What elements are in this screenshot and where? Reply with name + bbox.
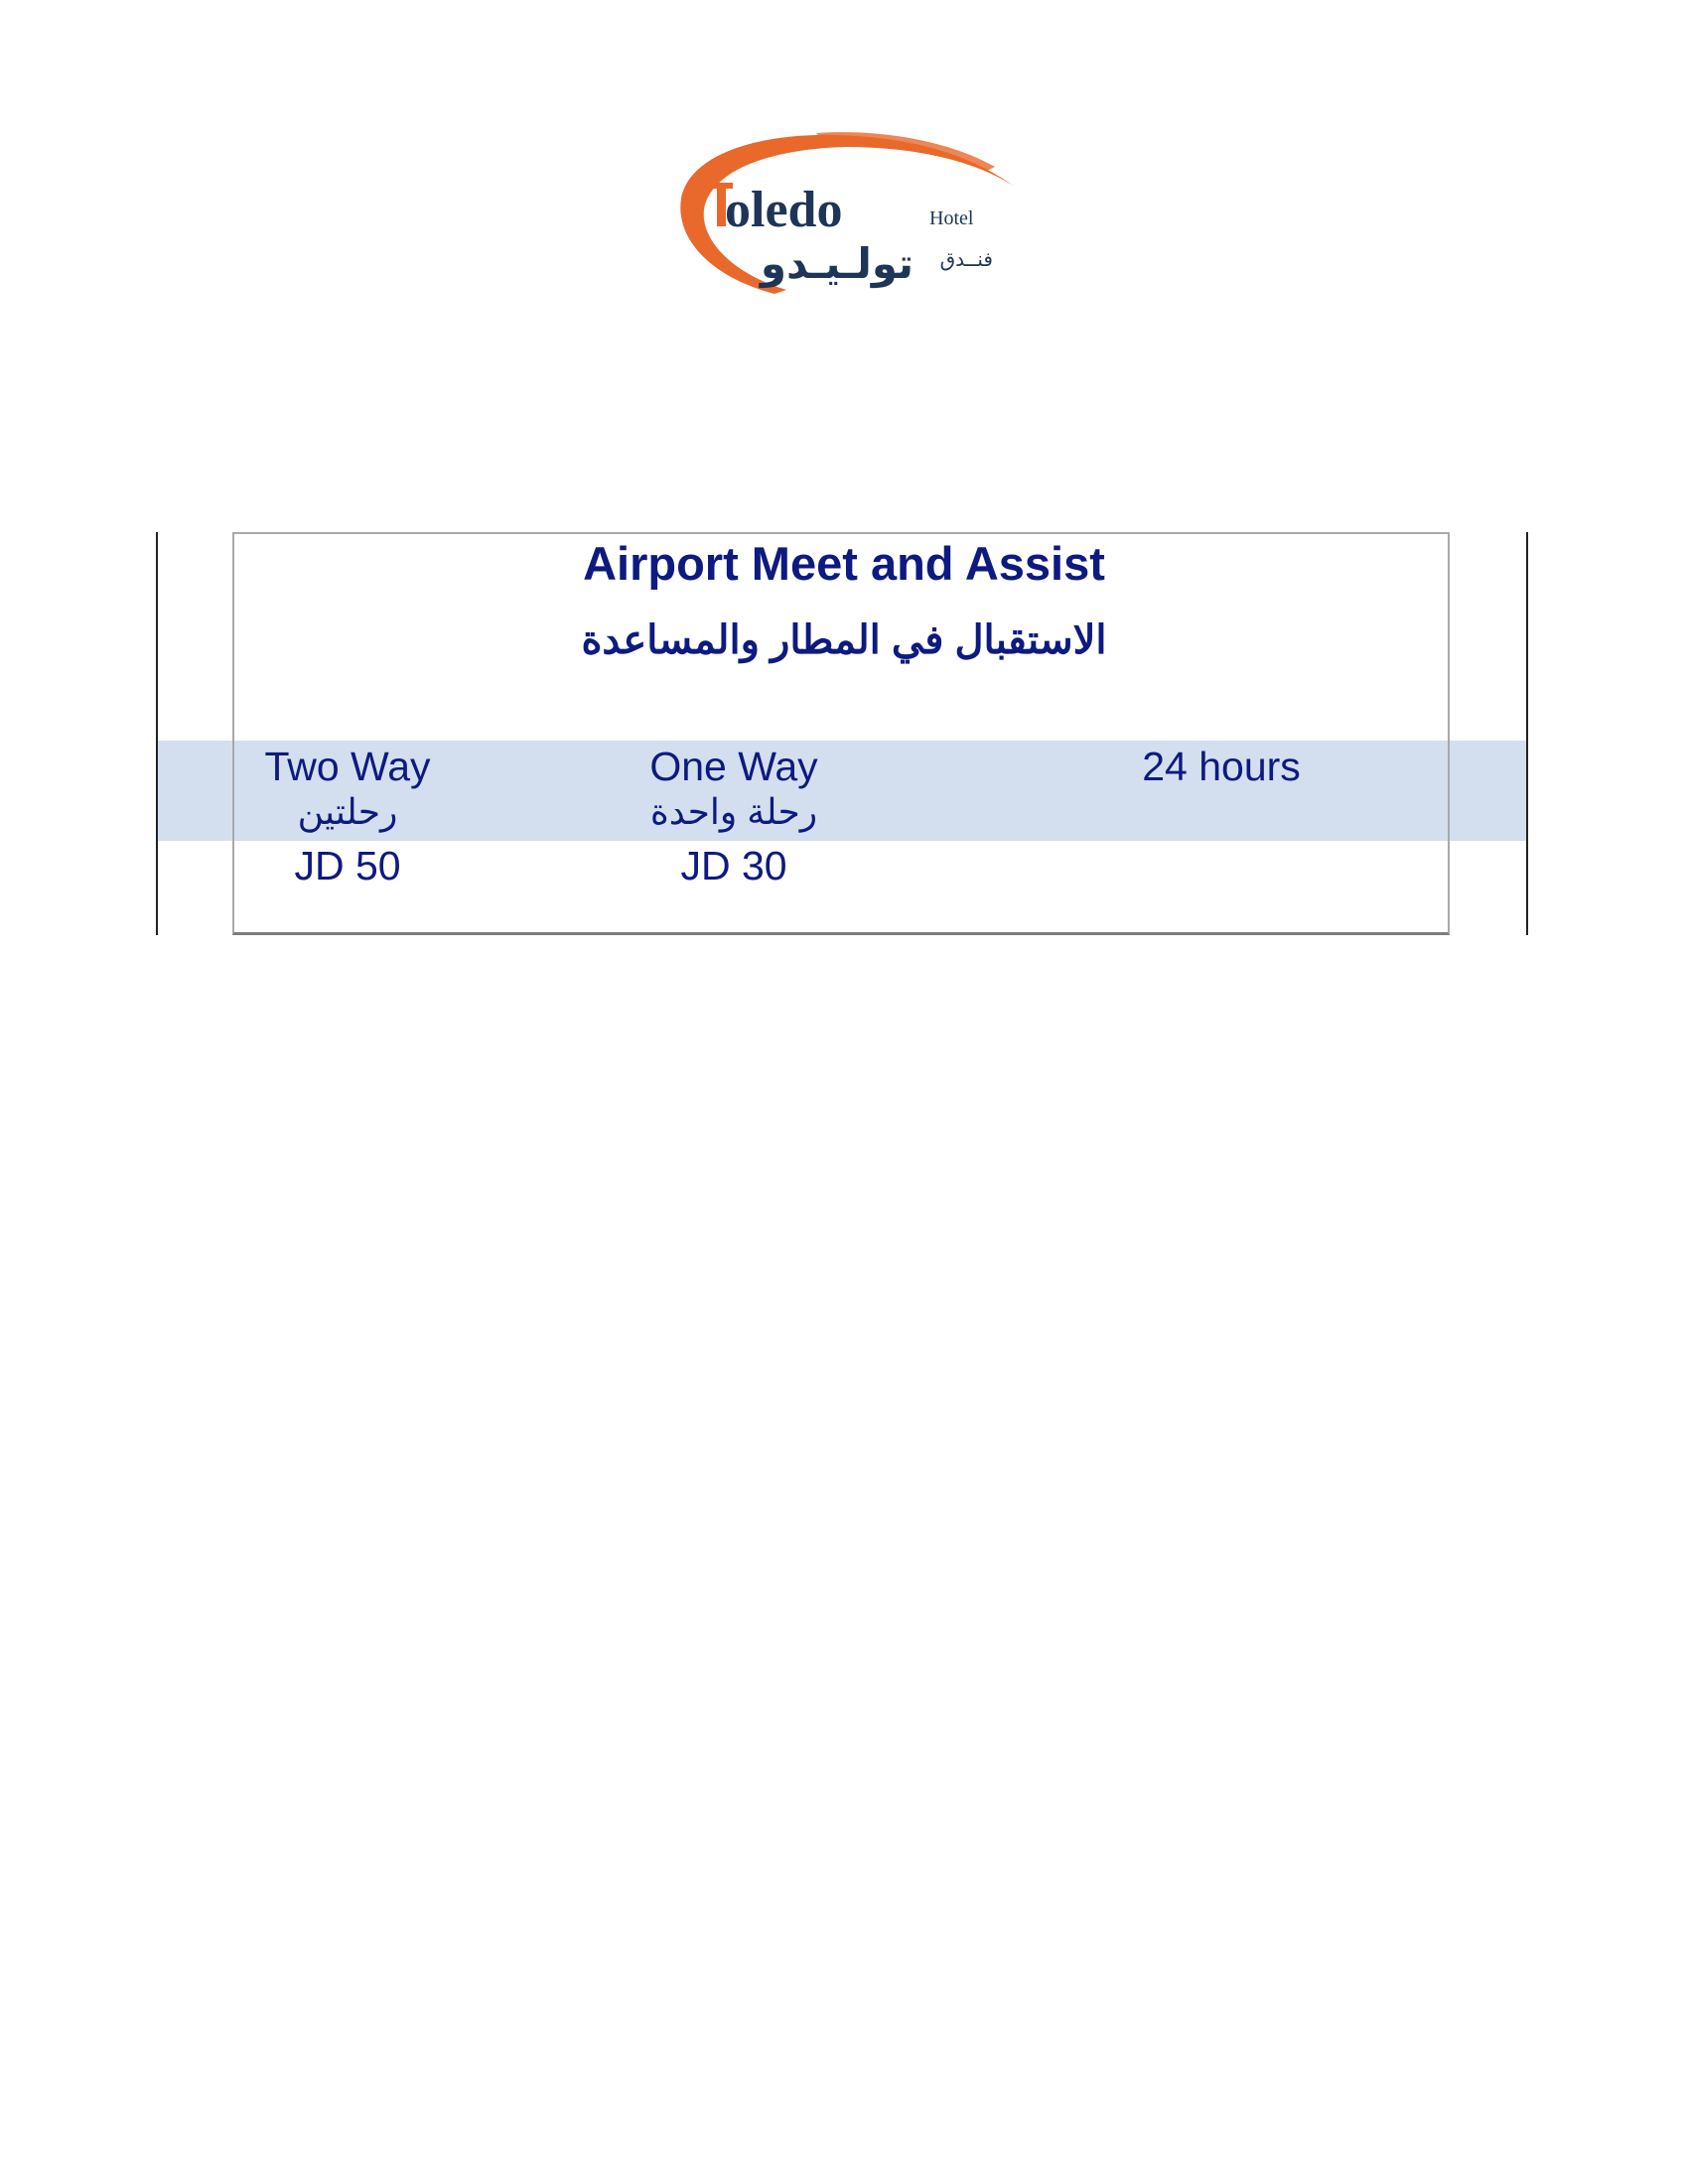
right-margin-rule <box>1526 532 1528 935</box>
two-way-price: JD 50 <box>294 843 401 888</box>
24-hours-label: 24 hours <box>1142 744 1301 789</box>
one-way-label: One Way <box>649 744 818 789</box>
title-arabic: الاستقبال في المطار والمساعدة <box>581 618 1107 662</box>
title-english: Airport Meet and Assist <box>583 537 1105 590</box>
two-way-label: Two Way <box>264 744 431 789</box>
left-margin-rule <box>156 532 158 935</box>
svg-text:تولـيـدو: تولـيـدو <box>759 239 914 289</box>
svg-text:فنــدق: فنــدق <box>940 247 993 271</box>
svg-text:Hotel: Hotel <box>929 207 974 229</box>
two-way-label-arabic: رحلتين <box>297 791 398 832</box>
svg-text:oledo: oledo <box>725 182 842 238</box>
one-way-label-arabic: رحلة واحدة <box>649 791 818 832</box>
one-way-price: JD 30 <box>680 843 787 888</box>
toledo-hotel-logo: oledo Hotel تولـيـدو فنــدق <box>667 127 1027 294</box>
